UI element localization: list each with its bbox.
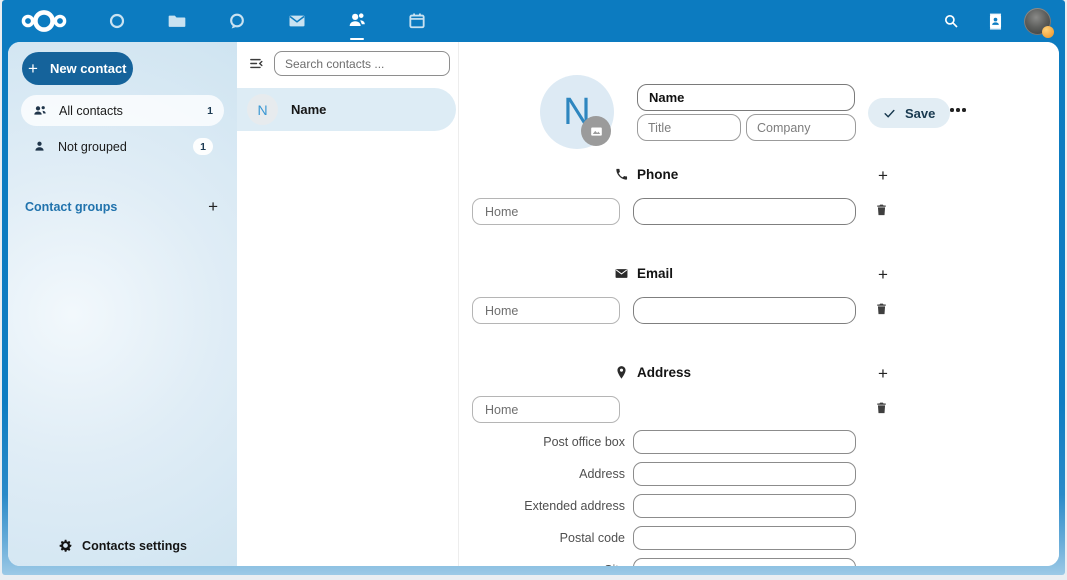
search-contacts-input[interactable] [274,51,450,76]
city-input[interactable] [633,558,856,566]
address-type-row: Home [459,396,1059,424]
company-input[interactable] [746,114,856,141]
phone-type-select[interactable]: Home [472,198,620,225]
more-actions-icon[interactable] [946,104,970,116]
files-icon[interactable] [158,0,196,42]
top-bar [0,0,1067,42]
calendar-icon[interactable] [398,0,436,42]
contact-list-column: N Name [237,42,459,566]
email-row: Home [459,297,1059,325]
phone-section-label: Phone [637,167,678,182]
post-office-box-label: Post office box [459,435,625,449]
email-icon [614,266,629,281]
new-contact-button[interactable]: + New contact [22,52,133,85]
person-icon [32,139,47,154]
top-bar-right [936,0,1051,42]
sidebar-item-label: Not grouped [58,140,127,154]
post-office-box-input[interactable] [633,430,856,454]
name-input[interactable] [637,84,855,111]
extended-address-label: Extended address [459,499,625,513]
contacts-settings-button[interactable]: Contacts settings [8,538,237,553]
contacts-sidebar: + New contact All contacts 1 Not grouped… [8,42,237,566]
sidebar-item-not-grouped[interactable]: Not grouped 1 [21,131,224,162]
app-content-card: + New contact All contacts 1 Not grouped… [8,42,1059,566]
city-label: City [459,563,625,566]
delete-address-button[interactable] [872,398,891,417]
sidebar-item-label: All contacts [59,104,123,118]
check-icon [883,107,896,120]
postal-code-input[interactable] [633,526,856,550]
address-input[interactable] [633,462,856,486]
phone-row: Home [459,198,1059,226]
user-avatar[interactable] [1024,8,1051,35]
address-section-header: Address + [459,362,1059,386]
contact-groups-row: Contact groups + [25,198,220,215]
address-section-label: Address [637,365,691,380]
add-phone-button[interactable]: + [872,164,894,188]
contact-groups-label: Contact groups [25,200,117,214]
extended-address-input[interactable] [633,494,856,518]
email-value-input[interactable] [633,297,856,324]
email-section-header: Email + [459,263,1059,287]
contacts-settings-label: Contacts settings [82,539,187,553]
mail-icon[interactable] [278,0,316,42]
phone-icon [614,167,629,182]
plus-icon: + [28,59,38,79]
away-status-dot [1042,26,1054,38]
nextcloud-logo[interactable] [18,8,70,34]
talk-icon[interactable] [218,0,256,42]
list-header [237,42,458,80]
upload-photo-icon[interactable] [581,116,611,146]
delete-email-button[interactable] [872,299,891,318]
address-label: Address [459,467,625,481]
all-contacts-count: 1 [207,105,213,117]
not-grouped-count: 1 [193,138,213,155]
dashboard-icon[interactable] [98,0,136,42]
contact-avatar: N [247,94,278,125]
contacts-menu-icon[interactable] [980,0,1010,42]
contact-detail-pane: N Save Phone + [459,42,1059,566]
search-icon[interactable] [936,0,966,42]
add-group-button[interactable]: + [206,198,220,215]
address-icon [614,365,629,380]
phone-section-header: Phone + [459,164,1059,188]
close-navigation-icon[interactable] [246,53,267,74]
title-input[interactable] [637,114,741,141]
sidebar-item-all-contacts[interactable]: All contacts 1 [21,95,224,126]
phone-value-input[interactable] [633,198,856,225]
app-icons [98,0,436,42]
contacts-icon[interactable] [338,0,376,42]
add-address-button[interactable]: + [872,362,894,386]
people-icon [32,103,48,119]
email-type-select[interactable]: Home [472,297,620,324]
contact-list-item[interactable]: N Name [237,88,456,131]
gear-icon [58,538,73,553]
email-section-label: Email [637,266,673,281]
save-button[interactable]: Save [868,98,950,128]
delete-phone-button[interactable] [872,200,891,219]
add-email-button[interactable]: + [872,263,894,287]
contact-name: Name [291,102,326,117]
postal-code-label: Postal code [459,531,625,545]
address-type-select[interactable]: Home [472,396,620,423]
